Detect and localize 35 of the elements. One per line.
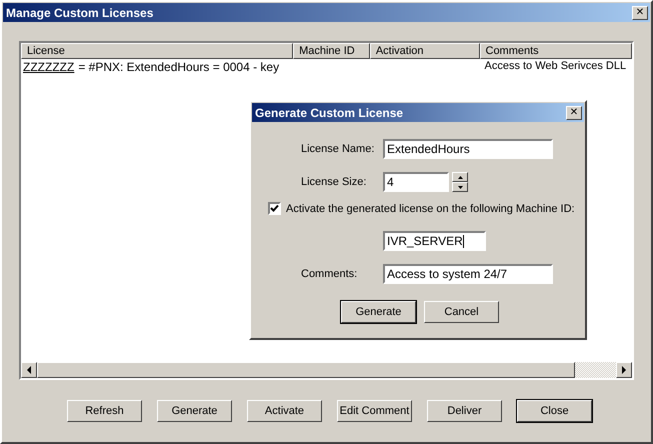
up-arrow-icon: [458, 176, 462, 178]
spin-buttons[interactable]: [452, 172, 468, 192]
input-field[interactable]: ExtendedHours: [383, 139, 553, 159]
window-title: Manage Custom Licenses: [6, 6, 154, 20]
close-button[interactable]: ✕: [566, 106, 582, 120]
input-field[interactable]: IVR_SERVER: [383, 231, 486, 251]
left-arrow-icon: [26, 366, 32, 374]
column-header[interactable]: Machine ID: [293, 43, 370, 59]
right-arrow-icon: [621, 366, 627, 374]
license-key: ZZZZZZZ: [23, 60, 74, 74]
dialog-button[interactable]: Deliver: [427, 400, 502, 422]
field-label: Comments:: [300, 268, 358, 280]
field-label: License Name:: [300, 143, 376, 155]
column-header[interactable]: Comments: [480, 43, 632, 59]
scroll-right-button[interactable]: [616, 362, 632, 378]
checkbox[interactable]: [268, 202, 281, 215]
dialog-title: Generate Custom License: [255, 106, 404, 120]
table-cell: Access to Web Serivces DLL: [484, 60, 626, 72]
dialog-button[interactable]: Generate: [341, 301, 416, 323]
dialog-button[interactable]: Activate: [247, 400, 322, 422]
license-text: = #PNX: ExtendedHours = 0004 - key: [78, 60, 280, 74]
column-header[interactable]: License: [21, 43, 294, 59]
column-header[interactable]: Activation: [370, 43, 480, 59]
down-arrow-icon: [458, 186, 462, 188]
input-field[interactable]: Access to system 24/7: [383, 264, 553, 284]
close-button[interactable]: ✕: [632, 6, 648, 20]
dialog-button[interactable]: Generate: [157, 400, 232, 422]
dialog-button[interactable]: Refresh: [67, 400, 142, 422]
dialog-button[interactable]: Close: [517, 400, 592, 422]
dialog-button[interactable]: Edit Comment: [337, 400, 412, 422]
field-label: License Size:: [300, 176, 368, 188]
checkbox-label[interactable]: Activate the generated license on the following Machine ID:: [286, 202, 575, 214]
dialog-button[interactable]: Cancel: [424, 301, 499, 323]
input-field[interactable]: 4: [383, 172, 449, 192]
scroll-left-button[interactable]: [21, 362, 37, 378]
